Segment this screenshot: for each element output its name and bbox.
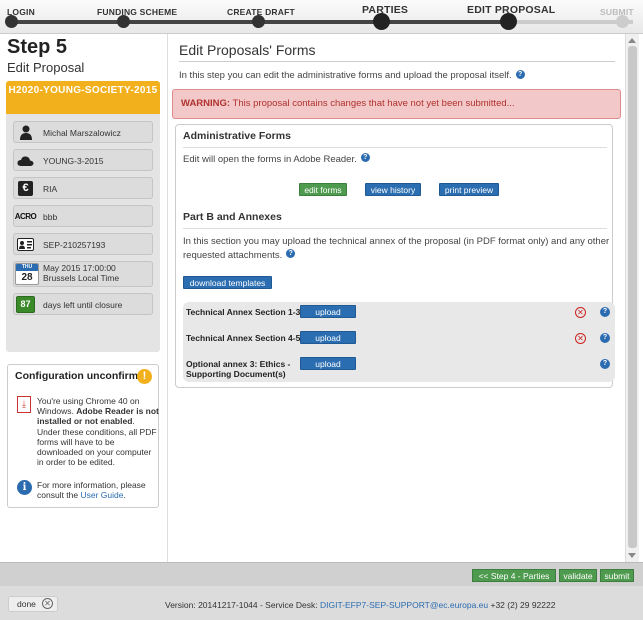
edit-forms-button[interactable]: edit forms [299, 183, 347, 196]
calendar-day: 28 [21, 272, 33, 283]
proposal-id: SEP-210257193 [43, 240, 106, 250]
topic-code: YOUNG-3-2015 [43, 156, 104, 166]
calendar-icon: THU 28 [15, 263, 39, 285]
partb-title: Part B and Annexes [183, 211, 282, 223]
proposal-id-row: SEP-210257193 [13, 233, 153, 255]
step-dot-parties [373, 13, 390, 30]
view-history-button[interactable]: view history [365, 183, 421, 196]
admin-divider [183, 147, 607, 148]
coordinator-name: Michal Marszalowicz [43, 128, 121, 138]
scroll-up-icon[interactable] [628, 38, 636, 43]
coordinator-row: Michal Marszalowicz [13, 121, 153, 143]
step-dot-login [5, 15, 18, 28]
delete-icon[interactable]: ✕ [575, 333, 586, 344]
progress-track-future [510, 20, 633, 24]
upload-button[interactable]: upload [300, 357, 356, 370]
configuration-panel: Configuration unconfirmed ! ⤓ You're usi… [7, 364, 159, 508]
step-dot-funding [117, 15, 130, 28]
warning-banner: WARNING: This proposal contains changes … [172, 89, 621, 119]
warning-text: This proposal contains changes that have… [232, 98, 515, 109]
annex-label: Technical Annex Section 1-3 [186, 307, 301, 317]
person-icon [17, 124, 34, 141]
admin-text-label: Edit will open the forms in Adobe Reader… [183, 154, 357, 165]
id-card-icon [17, 236, 34, 253]
partb-divider [183, 228, 607, 229]
partb-text: In this section you may upload the techn… [183, 235, 611, 263]
annex-label: Optional annex 3: Ethics - Supporting Do… [186, 359, 291, 379]
config-info-post: . [123, 490, 126, 501]
status-text: done [17, 599, 36, 609]
help-icon[interactable]: ? [600, 333, 610, 343]
service-desk-phone: +32 (2) 29 92222 [488, 600, 556, 610]
admin-forms-title: Administrative Forms [183, 130, 291, 142]
days-left-text: days left until closure [43, 300, 123, 310]
action-type: RIA [43, 184, 58, 194]
step-title: Step 5 [7, 36, 68, 58]
back-to-parties-button[interactable]: << Step 4 - Parties [472, 569, 556, 582]
user-guide-link[interactable]: User Guide [80, 490, 123, 500]
action-type-row: € RIA [13, 177, 153, 199]
days-left-count: 87 [16, 296, 35, 313]
step-submit: SUBMIT [600, 7, 634, 17]
days-left-row: 87 days left until closure [13, 293, 153, 315]
annex-label: Technical Annex Section 4-5 [186, 333, 301, 343]
version-text: Version: 20141217-1044 - Service Desk: [165, 600, 320, 610]
footer: done ✕ Version: 20141217-1044 - Service … [0, 586, 643, 620]
title-divider [179, 61, 615, 62]
call-panel: H2020-YOUNG-SOCIETY-2015 Michal Marszalo… [6, 81, 160, 352]
page-title: Edit Proposals' Forms [179, 42, 316, 58]
upload-button[interactable]: upload [300, 331, 356, 344]
delete-icon[interactable]: ✕ [575, 307, 586, 318]
scroll-down-icon[interactable] [628, 553, 636, 558]
topic-row: YOUNG-3-2015 [13, 149, 153, 171]
euro-icon: € [17, 180, 34, 197]
action-bar: << Step 4 - Parties validate submit [0, 562, 643, 586]
info-icon: i [17, 480, 32, 495]
step-funding-scheme[interactable]: FUNDING SCHEME [97, 7, 177, 17]
version-info: Version: 20141217-1044 - Service Desk: D… [165, 600, 555, 610]
acronym-row: ACRO bbb [13, 205, 153, 227]
config-title: Configuration unconfirmed [15, 370, 151, 382]
service-desk-email[interactable]: DIGIT-EFP7-SEP-SUPPORT@ec.europa.eu [320, 600, 488, 610]
scroll-thumb[interactable] [628, 46, 637, 548]
calendar-month: THU [16, 264, 38, 271]
help-icon[interactable]: ? [600, 307, 610, 317]
acronym: bbb [43, 212, 58, 222]
validate-button[interactable]: validate [559, 569, 597, 582]
config-message: You're using Chrome 40 on Windows. Adobe… [37, 396, 159, 467]
intro-text: In this step you can edit the administra… [179, 70, 525, 81]
upload-button[interactable]: upload [300, 305, 356, 318]
submit-button[interactable]: submit [600, 569, 634, 582]
step-dot-draft [252, 15, 265, 28]
help-icon[interactable]: ? [515, 70, 525, 79]
partb-text-label: In this section you may upload the techn… [183, 236, 610, 261]
deadline-text: May 2015 17:00:00 Brussels Local Time [43, 263, 120, 283]
cloud-icon [17, 152, 34, 169]
scrollbar[interactable] [625, 34, 639, 562]
warning-label: WARNING: [181, 98, 231, 109]
annex-table: Technical Annex Section 1-3 upload ✕ ? T… [183, 302, 615, 382]
forms-box: Administrative Forms Edit will open the … [175, 124, 615, 388]
close-icon[interactable]: ✕ [42, 598, 53, 609]
config-info: For more information, please consult the… [37, 480, 159, 500]
wizard-progress: LOGIN FUNDING SCHEME CREATE DRAFT PARTIE… [0, 0, 643, 34]
step-dot-edit [500, 13, 517, 30]
acronym-icon: ACRO [14, 212, 37, 221]
main-content: Edit Proposals' Forms In this step you c… [167, 34, 625, 562]
admin-forms-text: Edit will open the forms in Adobe Reader… [183, 153, 611, 167]
help-icon[interactable]: ? [600, 359, 610, 369]
download-templates-button[interactable]: download templates [183, 276, 272, 289]
admin-help-icon[interactable]: ? [360, 153, 370, 162]
print-preview-button[interactable]: print preview [439, 183, 499, 196]
pdf-icon: ⤓ [17, 396, 31, 413]
call-identifier: H2020-YOUNG-SOCIETY-2015 [6, 81, 160, 114]
intro-label: In this step you can edit the administra… [179, 70, 512, 81]
deadline-row: THU 28 May 2015 17:00:00 Brussels Local … [13, 261, 153, 287]
step-dot-submit [616, 15, 629, 28]
step-subtitle: Edit Proposal [7, 60, 85, 75]
partb-help-icon[interactable]: ? [286, 249, 296, 258]
warning-icon: ! [137, 369, 152, 384]
